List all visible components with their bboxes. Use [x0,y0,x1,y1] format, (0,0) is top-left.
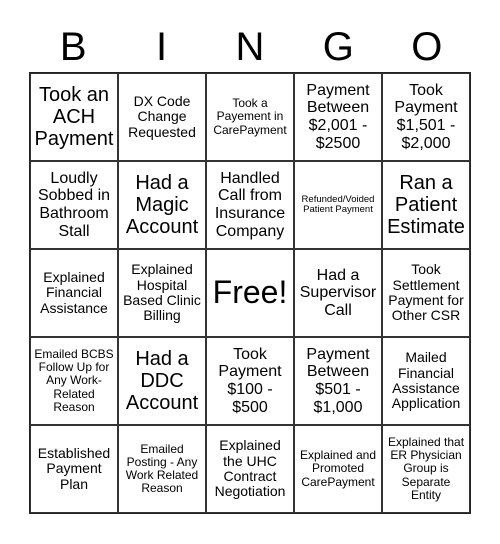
cell-text: Refunded/Voided Patient Payment [301,193,375,215]
cell-text: Took Payment $1,501 - $2,000 [394,81,458,152]
cell-text: DX Code Change Requested [128,92,196,140]
cell-text: Had a DDC Account [125,348,199,414]
cell-text: Payment Between $501 - $1,000 [306,345,370,416]
bingo-cell[interactable]: Emailed Posting - Any Work Related Reaso… [118,425,206,513]
bingo-cell[interactable]: Took an ACH Payment [30,73,118,161]
cell-text: Payment Between $2,001 - $2500 [306,81,370,152]
bingo-cell[interactable]: Payment Between $501 - $1,000 [294,337,382,425]
bingo-cell[interactable]: Had a Supervisor Call [294,249,382,337]
cell-text: Emailed Posting - Any Work Related Reaso… [125,441,199,496]
cell-text: Explained that ER Physician Group is Sep… [387,435,465,502]
header-letter-b: B [59,25,87,69]
bingo-cell[interactable]: Explained Hospital Based Clinic Billing [118,249,206,337]
bingo-cell[interactable]: Took Settlement Payment for Other CSR [382,249,470,337]
cell-text: Had a Magic Account [125,172,199,238]
header-letter-i: I [156,25,168,69]
bingo-cell[interactable]: Handled Call from Insurance Company [206,161,294,249]
header-letter-g: G [322,25,354,69]
bingo-cell[interactable]: Payment Between $2,001 - $2500 [294,73,382,161]
bingo-cell[interactable]: Explained the UHC Contract Negotiation [206,425,294,513]
cell-text: Explained the UHC Contract Negotiation [214,437,286,500]
cell-text: Took an ACH Payment [34,84,114,150]
bingo-cell[interactable]: Explained and Promoted CarePayment [294,425,382,513]
cell-text: Mailed Financial Assistance Application [391,349,461,412]
bingo-cell[interactable]: Loudly Sobbed in Bathroom Stall [30,161,118,249]
cell-text: Free! [212,274,288,311]
free-space[interactable]: Free! [206,249,294,337]
cell-text: Established Payment Plan [37,444,111,492]
bingo-cell[interactable]: Emailed BCBS Follow Up for Any Work-Rela… [30,337,118,425]
bingo-cell[interactable]: Explained that ER Physician Group is Sep… [382,425,470,513]
bingo-cell[interactable]: Took Payment $100 - $500 [206,337,294,425]
cell-text: Ran a Patient Estimate [387,172,465,238]
cell-text: Handled Call from Insurance Company [214,169,286,240]
cell-text: Emailed BCBS Follow Up for Any Work-Rela… [34,347,114,414]
cell-text: Explained Hospital Based Clinic Billing [123,261,201,324]
bingo-cell[interactable]: Mailed Financial Assistance Application [382,337,470,425]
cell-text: Took Settlement Payment for Other CSR [388,261,464,324]
bingo-cell[interactable]: DX Code Change Requested [118,73,206,161]
cell-text: Took Payment $100 - $500 [218,345,282,416]
cell-text: Took a Payement in CarePayment [213,96,287,137]
header-letter-o: O [411,25,443,69]
bingo-cell[interactable]: Refunded/Voided Patient Payment [294,161,382,249]
bingo-cell[interactable]: Had a DDC Account [118,337,206,425]
cell-text: Had a Supervisor Call [299,266,377,319]
bingo-cell[interactable]: Had a Magic Account [118,161,206,249]
cell-text: Explained Financial Assistance [40,268,108,316]
bingo-cell[interactable]: Took a Payement in CarePayment [206,73,294,161]
bingo-cell[interactable]: Established Payment Plan [30,425,118,513]
cell-text: Explained and Promoted CarePayment [299,448,377,489]
bingo-cell[interactable]: Explained Financial Assistance [30,249,118,337]
bingo-cell[interactable]: Took Payment $1,501 - $2,000 [382,73,470,161]
bingo-grid: Took an ACH Payment DX Code Change Reque… [29,72,471,514]
cell-text: Loudly Sobbed in Bathroom Stall [37,169,111,240]
bingo-cell[interactable]: Ran a Patient Estimate [382,161,470,249]
bingo-header: B I N G O [29,22,471,72]
header-letter-n: N [235,25,265,69]
